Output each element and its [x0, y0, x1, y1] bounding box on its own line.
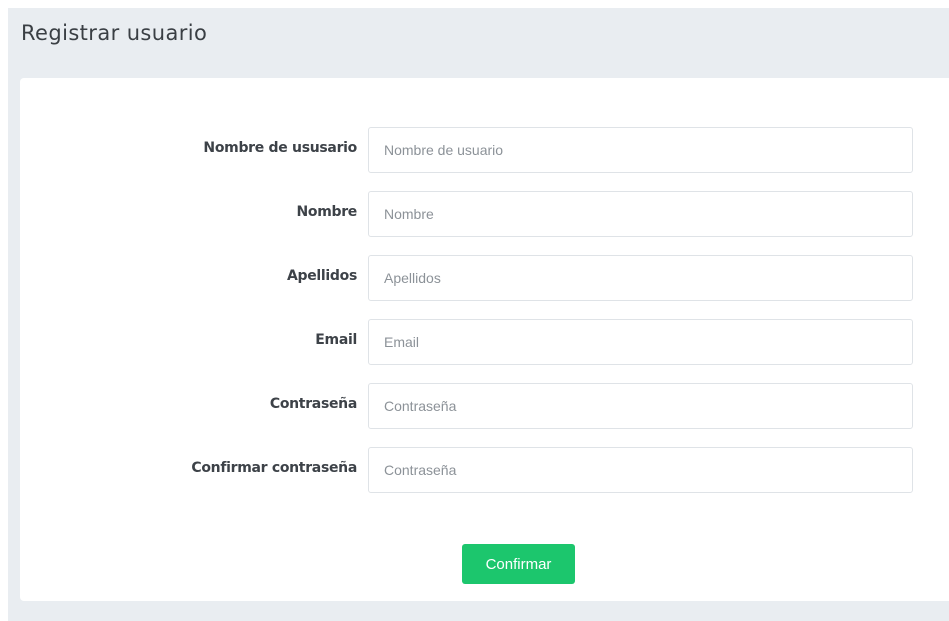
username-row: Nombre de ususario [20, 127, 949, 173]
first-name-row: Nombre [20, 191, 949, 237]
username-label: Nombre de ususario [203, 140, 357, 156]
last-name-input[interactable] [368, 255, 913, 301]
email-row: Email [20, 319, 949, 365]
confirm-password-row: Confirmar contraseña [20, 447, 949, 493]
password-label: Contraseña [270, 396, 357, 412]
username-input[interactable] [368, 127, 913, 173]
page-title: Registrar usuario [21, 21, 207, 45]
last-name-row: Apellidos [20, 255, 949, 301]
last-name-label: Apellidos [287, 268, 357, 284]
confirm-password-input[interactable] [368, 447, 913, 493]
first-name-input[interactable] [368, 191, 913, 237]
password-row: Contraseña [20, 383, 949, 429]
registration-form-card: Nombre de ususario Nombre Apellidos Emai… [20, 78, 949, 601]
password-input[interactable] [368, 383, 913, 429]
email-input[interactable] [368, 319, 913, 365]
page-container: Registrar usuario Nombre de ususario Nom… [8, 8, 949, 621]
email-label: Email [315, 332, 357, 348]
first-name-label: Nombre [296, 204, 357, 220]
confirm-button[interactable]: Confirmar [462, 544, 575, 584]
confirm-password-label: Confirmar contraseña [191, 460, 357, 476]
